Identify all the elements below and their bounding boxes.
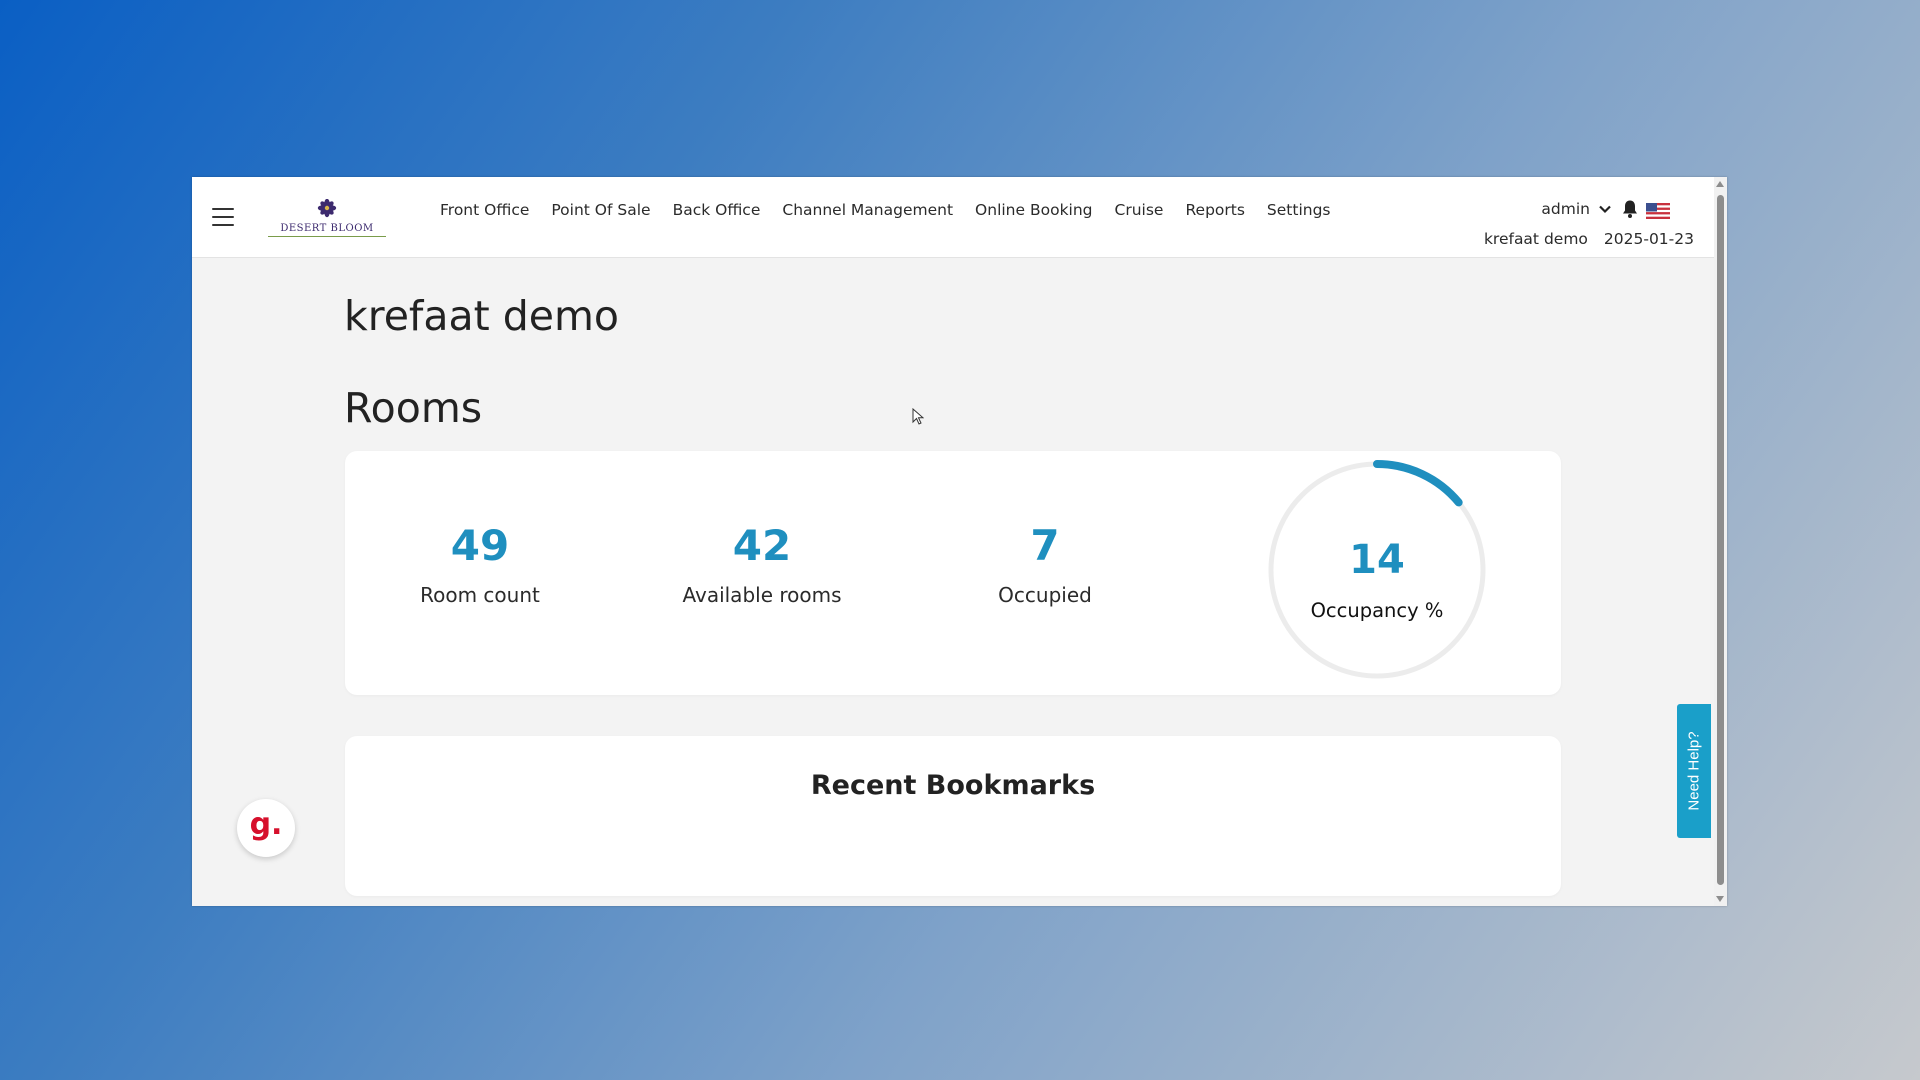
nav-back-office[interactable]: Back Office: [662, 201, 772, 219]
user-menu[interactable]: admin: [1541, 200, 1612, 218]
room-count-value: 49: [450, 521, 510, 570]
nav-settings[interactable]: Settings: [1256, 201, 1342, 219]
logo-underline: [268, 236, 386, 237]
occupancy-value: 14: [1349, 537, 1405, 583]
menu-icon[interactable]: [212, 208, 234, 226]
scroll-up-arrow-icon[interactable]: [1716, 181, 1724, 187]
session-info: krefaat demo 2025-01-23: [1484, 230, 1694, 248]
occupancy-label: Occupancy %: [1310, 599, 1444, 622]
stat-room-count: 49 Room count: [370, 521, 590, 607]
app-window: DESERT BLOOM Front Office Point Of Sale …: [192, 177, 1727, 906]
nav-reports[interactable]: Reports: [1174, 201, 1255, 219]
available-rooms-label: Available rooms: [682, 583, 842, 607]
stat-occupied: 7 Occupied: [935, 521, 1155, 607]
need-help-tab[interactable]: Need Help?: [1677, 704, 1711, 838]
logo-text: DESERT BLOOM: [280, 223, 374, 234]
scrollbar-thumb[interactable]: [1717, 195, 1724, 885]
occupancy-gauge: 14 Occupancy %: [1266, 459, 1488, 681]
bookmarks-title: Recent Bookmarks: [810, 770, 1096, 801]
g-widget-button[interactable]: g.: [237, 799, 295, 857]
section-title-rooms: Rooms: [344, 384, 483, 432]
need-help-label: Need Help?: [1685, 731, 1703, 811]
business-date: 2025-01-23: [1603, 230, 1694, 248]
chevron-down-icon: [1599, 205, 1611, 214]
nav-online-booking[interactable]: Online Booking: [964, 201, 1103, 219]
available-rooms-value: 42: [732, 521, 792, 570]
nav-front-office[interactable]: Front Office: [429, 201, 540, 219]
mouse-cursor-icon: [912, 408, 924, 425]
occupancy-ring-progress: [1373, 460, 1463, 507]
flower-logo-icon: [317, 198, 337, 218]
user-name: admin: [1541, 200, 1590, 218]
room-count-label: Room count: [420, 583, 540, 607]
page-title: krefaat demo: [344, 292, 619, 340]
bell-icon[interactable]: [1621, 199, 1639, 219]
vertical-scrollbar[interactable]: [1714, 177, 1727, 906]
recent-bookmarks-card: Recent Bookmarks: [345, 736, 1561, 896]
stat-available-rooms: 42 Available rooms: [652, 521, 872, 607]
nav-cruise[interactable]: Cruise: [1104, 201, 1175, 219]
nav-point-of-sale[interactable]: Point Of Sale: [540, 201, 661, 219]
top-navbar: DESERT BLOOM Front Office Point Of Sale …: [192, 177, 1714, 258]
main-nav: Front Office Point Of Sale Back Office C…: [429, 201, 1342, 219]
property-name: krefaat demo: [1483, 230, 1588, 248]
occupied-value: 7: [1030, 521, 1060, 570]
brand-logo[interactable]: DESERT BLOOM: [268, 198, 386, 237]
occupied-label: Occupied: [998, 583, 1092, 607]
scroll-down-arrow-icon[interactable]: [1716, 896, 1724, 902]
rooms-summary-card: 49 Room count 42 Available rooms 7 Occup…: [345, 451, 1561, 695]
nav-channel-management[interactable]: Channel Management: [771, 201, 964, 219]
us-flag-icon[interactable]: [1646, 203, 1670, 219]
